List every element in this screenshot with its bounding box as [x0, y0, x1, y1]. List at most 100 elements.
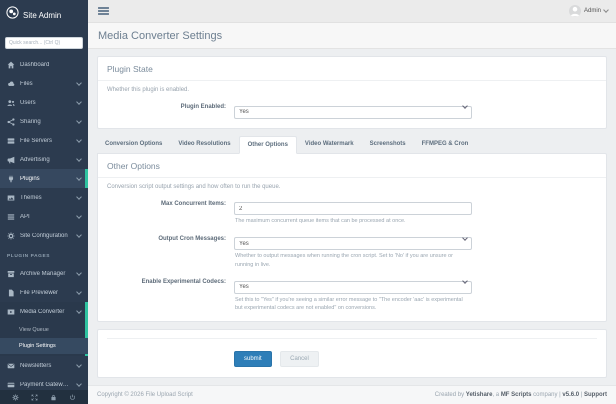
sidebar-item-files[interactable]: Files	[0, 74, 88, 93]
max-concurrent-items-input[interactable]	[234, 202, 472, 215]
topbar: Admin	[88, 0, 616, 23]
tab-screenshots[interactable]: Screenshots	[362, 136, 414, 153]
version-text: v5.6.0	[562, 392, 580, 398]
other-options-description: Conversion script output settings and ho…	[107, 183, 281, 190]
home-icon	[7, 61, 15, 68]
field-label: Max Concurrent Items:	[160, 200, 226, 207]
chevron-down-icon	[76, 361, 82, 368]
sidebar-item-sharing[interactable]: Sharing	[0, 112, 88, 131]
sidebar-item-label: Dashboard	[20, 61, 50, 68]
sidebar-item-api[interactable]: API	[0, 207, 88, 226]
sidebar-item-advertising[interactable]: Advertising	[0, 150, 88, 169]
sidebar-item-payment-gateways[interactable]: Payment Gateways	[0, 375, 88, 390]
sidebar-item-dashboard[interactable]: Dashboard	[0, 55, 88, 74]
sidebar-item-site-configuration[interactable]: Site Configuration	[0, 226, 88, 245]
tab-video-watermark[interactable]: Video Watermark	[297, 136, 362, 153]
tab-bar: Conversion Options Video Resolutions Other…	[97, 135, 607, 154]
support-link[interactable]: Support	[584, 392, 607, 398]
other-options-card: Other Options Conversion script output s…	[97, 152, 607, 322]
app-root: Site Admin Dashboard Files Users Sharing Fil…	[0, 0, 616, 404]
gear-icon	[12, 393, 19, 401]
sidebar-item-themes[interactable]: Themes	[0, 188, 88, 207]
users-icon	[7, 99, 15, 106]
footer: Copyright © 2026 File Upload Script Crea…	[88, 385, 616, 404]
vendor-link[interactable]: Yetishare	[466, 392, 493, 398]
sidebar-subitem-plugin-settings[interactable]: Plugin Settings	[0, 338, 88, 354]
sidebar-item-label: Advertising	[20, 156, 50, 163]
form-actions-card: submit Cancel	[97, 328, 607, 378]
chevron-down-icon	[76, 193, 82, 200]
sidebar-bottom-gear-icon[interactable]	[12, 393, 19, 401]
other-options-fields: Max Concurrent Items: The maximum concurr…	[98, 195, 606, 317]
chevron-down-icon	[76, 380, 82, 387]
lock-icon	[51, 394, 56, 400]
sidebar-item-file-servers[interactable]: File Servers	[0, 131, 88, 150]
plugin-enabled-select[interactable]: Yes	[234, 105, 472, 119]
tab-ffmpeg-cron[interactable]: FFMPEG & Cron	[414, 136, 477, 153]
sidebar-bottom-lock-icon[interactable]	[50, 394, 57, 401]
sidebar-submenu: View Queue Plugin Settings	[0, 321, 88, 356]
tab-conversion-options[interactable]: Conversion Options	[97, 136, 170, 153]
sidebar-item-plugins[interactable]: Plugins	[0, 169, 88, 188]
enable-experimental-codecs-select[interactable]: Yes	[234, 280, 472, 294]
sidebar-item-label: File Servers	[20, 137, 53, 144]
chevron-down-icon	[76, 288, 82, 295]
sidebar-item-file-previewer[interactable]: File Previewer	[0, 283, 88, 302]
sidebar-subitem-view-queue[interactable]: View Queue	[0, 322, 88, 338]
output-cron-messages-select[interactable]: Yes	[234, 237, 472, 251]
plug-icon	[8, 175, 14, 182]
form-row-output-cron-messages: Output Cron Messages: Yes Whether to outpu…	[98, 230, 606, 274]
sidebar-nav: Dashboard Files Users Sharing File Servers Ad…	[0, 55, 88, 390]
sidebar-item-label: Media Converter	[20, 308, 65, 315]
sidebar-item-label: Newsletters	[20, 362, 52, 369]
field-label: Enable Experimental Codecs:	[141, 279, 226, 286]
gear-icon	[7, 231, 15, 240]
hamburger-menu-icon[interactable]	[96, 5, 111, 18]
chevron-down-icon	[76, 307, 82, 314]
sidebar-bottom-power-icon[interactable]	[69, 394, 76, 401]
field-help: The maximum concurrent queue items that …	[235, 218, 406, 224]
tab-other-options[interactable]: Other Options	[238, 135, 297, 154]
quick-search-input[interactable]	[5, 37, 83, 49]
sidebar-item-label: Archive Manager	[20, 270, 66, 277]
sidebar-item-label: File Previewer	[20, 289, 59, 296]
logo-text: Site Admin	[23, 10, 62, 20]
sidebar-item-newsletters[interactable]: Newsletters	[0, 356, 88, 375]
server-icon	[7, 137, 15, 144]
form-row-enable-experimental-codecs: Enable Experimental Codecs: Yes Set this t…	[98, 273, 606, 317]
box-icon	[7, 270, 15, 277]
field-help: Set this to "Yes" if you're seeing a sim…	[235, 296, 463, 312]
list-icon	[7, 213, 15, 220]
main-area: Admin Media Converter Settings Plugin St…	[88, 0, 616, 404]
sidebar-item-users[interactable]: Users	[0, 93, 88, 112]
created-by-text: Created by	[434, 392, 466, 398]
cancel-button[interactable]: Cancel	[280, 350, 319, 367]
tab-video-resolutions[interactable]: Video Resolutions	[170, 136, 238, 153]
sidebar-bottom-expand-arrows-icon[interactable]	[31, 394, 38, 401]
logo: Site Admin	[0, 0, 88, 28]
expand-arrows-icon	[31, 394, 38, 400]
credits: Created by Yetishare, a MF Scripts compa…	[435, 392, 607, 398]
company-mid-text: , a	[492, 392, 501, 398]
form-row-plugin-enabled: Plugin Enabled: Yes	[98, 98, 606, 123]
chevron-down-icon	[76, 117, 82, 124]
sidebar-item-label: Files	[20, 80, 33, 87]
form-row-max-concurrent-items: Max Concurrent Items: The maximum concurr…	[98, 195, 606, 230]
sidebar-item-archive-manager[interactable]: Archive Manager	[0, 264, 88, 283]
credit-card-icon	[7, 382, 15, 387]
sidebar-item-media-converter[interactable]: Media Converter	[0, 302, 88, 321]
page-title: Media Converter Settings	[88, 23, 616, 49]
other-options-title: Other Options	[98, 154, 606, 178]
submit-button[interactable]: submit	[234, 350, 272, 367]
sidebar-section-plugin-pages: PLUGIN PAGES	[7, 254, 51, 259]
envelope-icon	[7, 363, 15, 368]
brand-link[interactable]: MF Scripts	[501, 392, 532, 398]
plugin-state-card: Plugin State Whether this plugin is enab…	[97, 56, 607, 129]
chevron-down-icon	[76, 98, 82, 105]
cogs-logo-icon	[6, 6, 19, 24]
user-menu[interactable]: Admin	[568, 5, 609, 17]
cloud-icon	[8, 81, 15, 86]
image-icon	[7, 194, 15, 201]
chevron-down-icon	[603, 7, 609, 13]
copyright-text: Copyright © 2026 File Upload Script	[97, 392, 193, 398]
